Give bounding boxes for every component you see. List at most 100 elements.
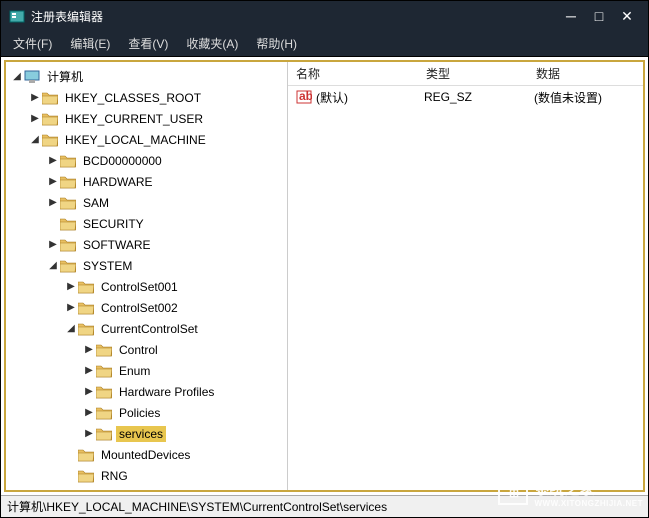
tree-node-security[interactable]: SECURITY <box>6 213 287 234</box>
watermark-url: WWW.XITONGZHIJIA.NET <box>534 499 643 508</box>
node-label: Control <box>116 342 161 358</box>
menubar: 文件(F) 编辑(E) 查看(V) 收藏夹(A) 帮助(H) <box>1 31 648 57</box>
column-name[interactable]: 名称 <box>288 61 418 86</box>
spacer-icon <box>64 469 78 483</box>
registry-tree[interactable]: ◢ 计算机 ▶ HKEY_CLASSES_ROOT ▶ HKEY_CURRENT… <box>6 62 288 490</box>
node-label: Hardware Profiles <box>116 384 217 400</box>
expander-icon[interactable]: ▶ <box>28 91 42 105</box>
expander-icon[interactable]: ▶ <box>28 112 42 126</box>
watermark-text: 系统之家 <box>534 478 643 499</box>
maximize-button[interactable]: □ <box>592 9 606 23</box>
tree-node-select[interactable]: Select <box>6 486 287 490</box>
expander-icon[interactable]: ▶ <box>82 343 96 357</box>
expander-icon[interactable]: ▶ <box>64 280 78 294</box>
tree-node-ccs[interactable]: ◢ CurrentControlSet <box>6 318 287 339</box>
tree-node-cs001[interactable]: ▶ ControlSet001 <box>6 276 287 297</box>
expander-icon[interactable]: ◢ <box>28 133 42 147</box>
node-label: HKEY_CLASSES_ROOT <box>62 90 204 106</box>
folder-icon <box>60 175 76 189</box>
node-label: HKEY_LOCAL_MACHINE <box>62 132 209 148</box>
svg-text:ab: ab <box>299 89 312 103</box>
column-data[interactable]: 数据 <box>528 61 643 86</box>
node-label: BCD00000000 <box>80 153 165 169</box>
value-data: (数值未设置) <box>534 89 643 106</box>
expander-icon[interactable]: ◢ <box>64 322 78 336</box>
column-type[interactable]: 类型 <box>418 61 528 86</box>
node-label: Policies <box>116 405 163 421</box>
tree-node-hardware[interactable]: ▶ HARDWARE <box>6 171 287 192</box>
tree-node-services[interactable]: ▶ services <box>6 423 287 444</box>
menu-help[interactable]: 帮助(H) <box>248 32 305 55</box>
tree-node-cs002[interactable]: ▶ ControlSet002 <box>6 297 287 318</box>
tree-node-mounted[interactable]: MountedDevices <box>6 444 287 465</box>
tree-node-software[interactable]: ▶ SOFTWARE <box>6 234 287 255</box>
expander-icon[interactable]: ▶ <box>82 385 96 399</box>
tree-node-root[interactable]: ◢ 计算机 <box>6 66 287 87</box>
tree-node-hkcr[interactable]: ▶ HKEY_CLASSES_ROOT <box>6 87 287 108</box>
menu-file[interactable]: 文件(F) <box>5 32 60 55</box>
folder-icon <box>78 448 94 462</box>
tree-node-rng[interactable]: RNG <box>6 465 287 486</box>
value-type: REG_SZ <box>424 90 534 104</box>
tree-node-system[interactable]: ◢ SYSTEM <box>6 255 287 276</box>
node-label: Enum <box>116 363 153 379</box>
expander-icon[interactable]: ▶ <box>46 175 60 189</box>
node-label: CurrentControlSet <box>98 321 201 337</box>
expander-icon[interactable]: ▶ <box>46 154 60 168</box>
tree-node-sam[interactable]: ▶ SAM <box>6 192 287 213</box>
node-label: SOFTWARE <box>80 237 154 253</box>
expander-icon[interactable]: ▶ <box>82 406 96 420</box>
node-label: SAM <box>80 195 112 211</box>
menu-edit[interactable]: 编辑(E) <box>62 32 118 55</box>
value-name: (默认) <box>316 89 424 106</box>
folder-icon <box>78 322 94 336</box>
watermark: ⊞ 系统之家 WWW.XITONGZHIJIA.NET <box>498 478 643 508</box>
folder-icon <box>60 217 76 231</box>
minimize-button[interactable]: ─ <box>564 9 578 23</box>
expander-icon[interactable]: ▶ <box>46 196 60 210</box>
tree-node-control[interactable]: ▶ Control <box>6 339 287 360</box>
node-label: HKEY_CURRENT_USER <box>62 111 206 127</box>
folder-icon <box>60 196 76 210</box>
expander-icon[interactable]: ▶ <box>64 301 78 315</box>
folder-icon <box>78 280 94 294</box>
tree-node-enum[interactable]: ▶ Enum <box>6 360 287 381</box>
tree-node-policies[interactable]: ▶ Policies <box>6 402 287 423</box>
node-label: SECURITY <box>80 216 147 232</box>
titlebar[interactable]: 注册表编辑器 ─ □ ✕ <box>1 1 648 31</box>
regedit-window: 注册表编辑器 ─ □ ✕ 文件(F) 编辑(E) 查看(V) 收藏夹(A) 帮助… <box>0 0 649 518</box>
spacer-icon <box>64 448 78 462</box>
folder-icon <box>60 154 76 168</box>
list-header: 名称 类型 数据 <box>288 62 643 86</box>
value-row[interactable]: ab (默认) REG_SZ (数值未设置) <box>288 86 643 108</box>
folder-icon <box>78 469 94 483</box>
expander-icon[interactable]: ◢ <box>10 70 24 84</box>
folder-icon <box>96 385 112 399</box>
watermark-logo: ⊞ <box>498 481 528 505</box>
folder-icon <box>78 490 94 491</box>
tree-node-hklm[interactable]: ◢ HKEY_LOCAL_MACHINE <box>6 129 287 150</box>
tree-node-bcd[interactable]: ▶ BCD00000000 <box>6 150 287 171</box>
status-path: 计算机\HKEY_LOCAL_MACHINE\SYSTEM\CurrentCon… <box>7 498 387 515</box>
expander-icon[interactable]: ◢ <box>46 259 60 273</box>
expander-icon[interactable]: ▶ <box>46 238 60 252</box>
node-label: SYSTEM <box>80 258 135 274</box>
menu-favorites[interactable]: 收藏夹(A) <box>178 32 246 55</box>
folder-icon <box>96 343 112 357</box>
node-label: 计算机 <box>44 67 86 86</box>
close-button[interactable]: ✕ <box>620 9 634 23</box>
tree-node-hkcu[interactable]: ▶ HKEY_CURRENT_USER <box>6 108 287 129</box>
folder-icon <box>42 133 58 147</box>
expander-icon[interactable]: ▶ <box>82 364 96 378</box>
node-label: services <box>116 426 166 442</box>
node-label: HARDWARE <box>80 174 156 190</box>
list-body[interactable]: ab (默认) REG_SZ (数值未设置) <box>288 86 643 490</box>
tree-node-hwprofiles[interactable]: ▶ Hardware Profiles <box>6 381 287 402</box>
node-label: Select <box>98 489 137 491</box>
folder-icon <box>42 91 58 105</box>
app-icon <box>9 8 25 24</box>
spacer-icon <box>46 217 60 231</box>
expander-icon[interactable]: ▶ <box>82 427 96 441</box>
string-value-icon: ab <box>296 89 312 105</box>
menu-view[interactable]: 查看(V) <box>120 32 176 55</box>
